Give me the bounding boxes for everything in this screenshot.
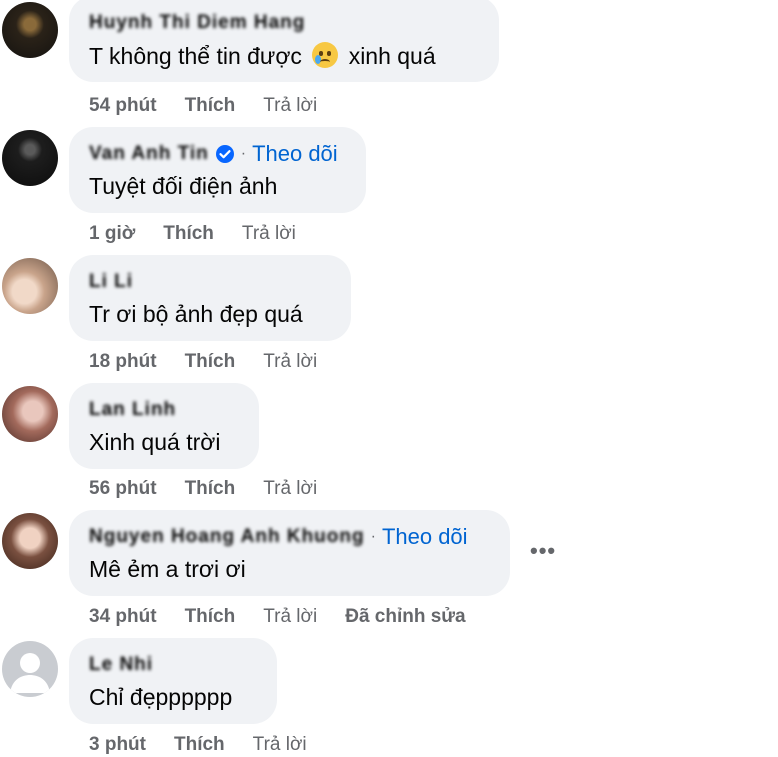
- comment-time[interactable]: 3 phút: [89, 734, 146, 756]
- separator-dot: ·: [370, 528, 376, 545]
- reply-button[interactable]: Trả lời: [242, 223, 296, 245]
- crying-face-icon: [312, 42, 339, 68]
- more-options-button[interactable]: •••: [530, 538, 556, 564]
- like-button[interactable]: Thích: [185, 606, 236, 628]
- comment-text: T không thể tin được xinh quá: [89, 42, 436, 69]
- comment-text: Mê ẻm a trơi ơi: [89, 556, 246, 582]
- comment-actions: 18 phút Thích Trả lời: [89, 351, 345, 373]
- comment-time[interactable]: 34 phút: [89, 606, 157, 628]
- comment-bubble: Li Li Tr ơi bộ ảnh đẹp quá: [69, 255, 351, 341]
- reply-button[interactable]: Trả lời: [263, 351, 317, 373]
- comment-time[interactable]: 1 giờ: [89, 223, 135, 245]
- comment-time[interactable]: 56 phút: [89, 478, 157, 500]
- like-button[interactable]: Thích: [185, 351, 236, 373]
- avatar[interactable]: [2, 130, 58, 186]
- verified-badge-icon: [215, 145, 234, 163]
- comment-time[interactable]: 18 phút: [89, 351, 157, 373]
- reply-button[interactable]: Trả lời: [263, 478, 317, 500]
- comment-bubble: Nguyen Hoang Anh Khuong · Theo dõi Mê ẻm…: [69, 510, 510, 596]
- commenter-name[interactable]: Nguyen Hoang Anh Khuong: [89, 526, 365, 548]
- commenter-name[interactable]: Lan Linh: [89, 399, 176, 421]
- like-button[interactable]: Thích: [174, 734, 225, 756]
- like-button[interactable]: Thích: [185, 95, 236, 117]
- comment-text: Chỉ đẹpppppp: [89, 684, 233, 710]
- like-button[interactable]: Thích: [163, 223, 214, 245]
- like-button[interactable]: Thích: [185, 478, 236, 500]
- commenter-name[interactable]: Le Nhi: [89, 654, 153, 676]
- comment-text: Xinh quá trời: [89, 429, 221, 455]
- comment-bubble: Lan Linh Xinh quá trời: [69, 383, 259, 469]
- commenter-name[interactable]: Li Li: [89, 271, 133, 293]
- reply-button[interactable]: Trả lời: [263, 606, 317, 628]
- edited-label: Đã chỉnh sửa: [345, 606, 466, 627]
- comment-text: Tuyệt đối điện ảnh: [89, 173, 278, 199]
- default-avatar-icon[interactable]: [2, 641, 58, 697]
- reply-button[interactable]: Trả lời: [253, 734, 307, 756]
- avatar[interactable]: [2, 2, 58, 58]
- comment-bubble: Le Nhi Chỉ đẹpppppp: [69, 638, 277, 724]
- comment-bubble: Huynh Thi Diem Hang T không thể tin được…: [69, 0, 499, 82]
- commenter-name[interactable]: Huynh Thi Diem Hang: [89, 12, 305, 34]
- comment-text: Tr ơi bộ ảnh đẹp quá: [89, 301, 303, 327]
- avatar[interactable]: [2, 258, 58, 314]
- comment-actions: 34 phút Thích Trả lời Đã chỉnh sửa: [89, 606, 494, 628]
- comment-time[interactable]: 54 phút: [89, 95, 157, 117]
- reply-button[interactable]: Trả lời: [263, 95, 317, 117]
- separator-dot: ·: [240, 145, 247, 162]
- comment-actions: 56 phút Thích Trả lời: [89, 478, 345, 500]
- avatar[interactable]: [2, 513, 58, 569]
- follow-button[interactable]: Theo dõi: [252, 141, 338, 167]
- follow-button[interactable]: Theo dõi: [382, 524, 468, 550]
- avatar[interactable]: [2, 386, 58, 442]
- comment-actions: 1 giờ Thích Trả lời: [89, 223, 324, 245]
- comment-actions: 54 phút Thích Trả lời: [89, 95, 345, 117]
- commenter-name[interactable]: Van Anh Tin: [89, 143, 209, 165]
- comment-actions: 3 phút Thích Trả lời: [89, 734, 335, 756]
- comment-bubble: Van Anh Tin · Theo dõi Tuyệt đối điện ản…: [69, 127, 366, 213]
